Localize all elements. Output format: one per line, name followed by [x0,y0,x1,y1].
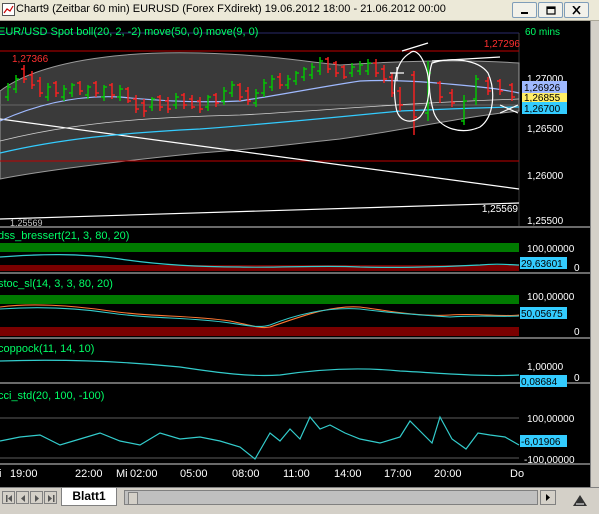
time-axis: i 19:00 22:00 Mi 02:00 05:00 08:00 11:00… [0,468,524,480]
coppock-panel: coppock(11, 14, 10) 1,00000 0,08684 0 [0,343,580,388]
title-bar: Chart9 (Zeitbar 60 min) EURUSD (Forex FX… [0,0,599,21]
app-chart-icon [2,3,15,16]
main-legend: EUR/USD Spot boll(20, 2, -2) move(50, 0)… [0,26,258,38]
stoc-legend: stoc_sl(14, 3, 3, 80, 20) [0,278,113,290]
time-label: 11:00 [283,468,310,480]
cci-top-label: 100,00000 [527,414,575,425]
time-label: Mi [116,468,128,480]
coppock-line [0,359,520,377]
time-label: 05:00 [180,468,208,480]
cci-line [0,415,520,460]
left-arrow-icon [21,495,25,502]
close-icon [572,6,581,15]
resize-grip-icon[interactable] [570,492,590,510]
restore-button[interactable] [538,2,563,18]
price-label-125500: 1,25500 [527,216,564,227]
dss-bottom-label: 0 [574,263,580,274]
time-label: 08:00 [232,468,260,480]
prev-sheet-button[interactable] [16,491,29,504]
chart-canvas[interactable]: EUR/USD Spot boll(20, 2, -2) move(50, 0)… [0,21,590,487]
scroll-right-button[interactable] [540,490,556,505]
cci-panel: cci_std(20, 100, -100) 100,00000 -6,0190… [0,390,575,466]
chart-area[interactable]: EUR/USD Spot boll(20, 2, -2) move(50, 0)… [0,21,590,487]
time-label: 22:00 [75,468,103,480]
price-label-126500: 1,26500 [527,124,564,135]
price-label-126000: 1,26000 [527,171,564,182]
price-label-top-red: 1,27296 [484,39,521,50]
coppock-value-label: 0,08684 [521,377,558,388]
price-panel: EUR/USD Spot boll(20, 2, -2) move(50, 0)… [0,26,567,228]
time-axis-fragment: i [0,468,1,480]
horizontal-scroll-thumb[interactable] [128,492,138,505]
trendline-ascending [0,202,520,220]
cci-legend: cci_std(20, 100, -100) [0,390,104,402]
stoc-line-d [0,307,520,328]
first-sheet-button[interactable] [2,491,15,504]
time-label: 02:00 [130,468,158,480]
sheet-bar: Blatt1 [0,487,599,514]
close-button[interactable] [564,2,589,18]
stochastic-panel: stoc_sl(14, 3, 3, 80, 20) 100,00000 50,0… [0,278,580,338]
time-label: Do [510,468,524,480]
last-sheet-button[interactable] [44,491,57,504]
stoc-top-label: 100,00000 [527,292,575,303]
coppock-bottom-label: 0 [574,373,580,384]
dss-legend: dss_bressert(21, 3, 80, 20) [0,230,129,242]
price-label-lower-white: 1,25569 [482,204,519,215]
right-arrow-icon [35,495,39,502]
horizontal-scrollbar[interactable] [124,490,538,505]
time-label: 17:00 [384,468,412,480]
first-arrow-icon [6,495,12,502]
vertical-scrollbar[interactable] [590,21,599,487]
price-label-boxed-cyan: 1,26700 [524,104,561,115]
coppock-top-label: 1,00000 [527,362,564,373]
bollinger-band [0,52,520,180]
minimize-icon [521,12,528,14]
dss-bressert-panel: dss_bressert(21, 3, 80, 20) 100,00000 29… [0,230,580,274]
coppock-legend: coppock(11, 14, 10) [0,343,94,355]
right-arrow-icon [546,494,550,501]
time-label: 19:00 [10,468,38,480]
time-label: 14:00 [334,468,362,480]
cci-value-label: -6,01906 [521,437,561,448]
window-title: Chart9 (Zeitbar 60 min) EURUSD (Forex FX… [16,3,446,15]
minimize-button[interactable] [512,2,537,18]
next-sheet-button[interactable] [30,491,43,504]
timeframe-label: 60 mins [525,27,560,38]
cci-bottom-label: -100,00000 [524,455,575,466]
time-label: 20:00 [434,468,462,480]
dss-value-label: 29,63601 [521,259,563,270]
price-label-left-red: 1,27366 [12,54,49,65]
sheet-tab-blatt1[interactable]: Blatt1 [61,488,117,506]
last-arrow-icon [48,495,55,502]
stoc-value-label: 50,05675 [521,309,563,320]
stoc-bottom-label: 0 [574,327,580,338]
restore-icon [546,6,556,15]
dss-top-label: 100,00000 [527,244,575,255]
